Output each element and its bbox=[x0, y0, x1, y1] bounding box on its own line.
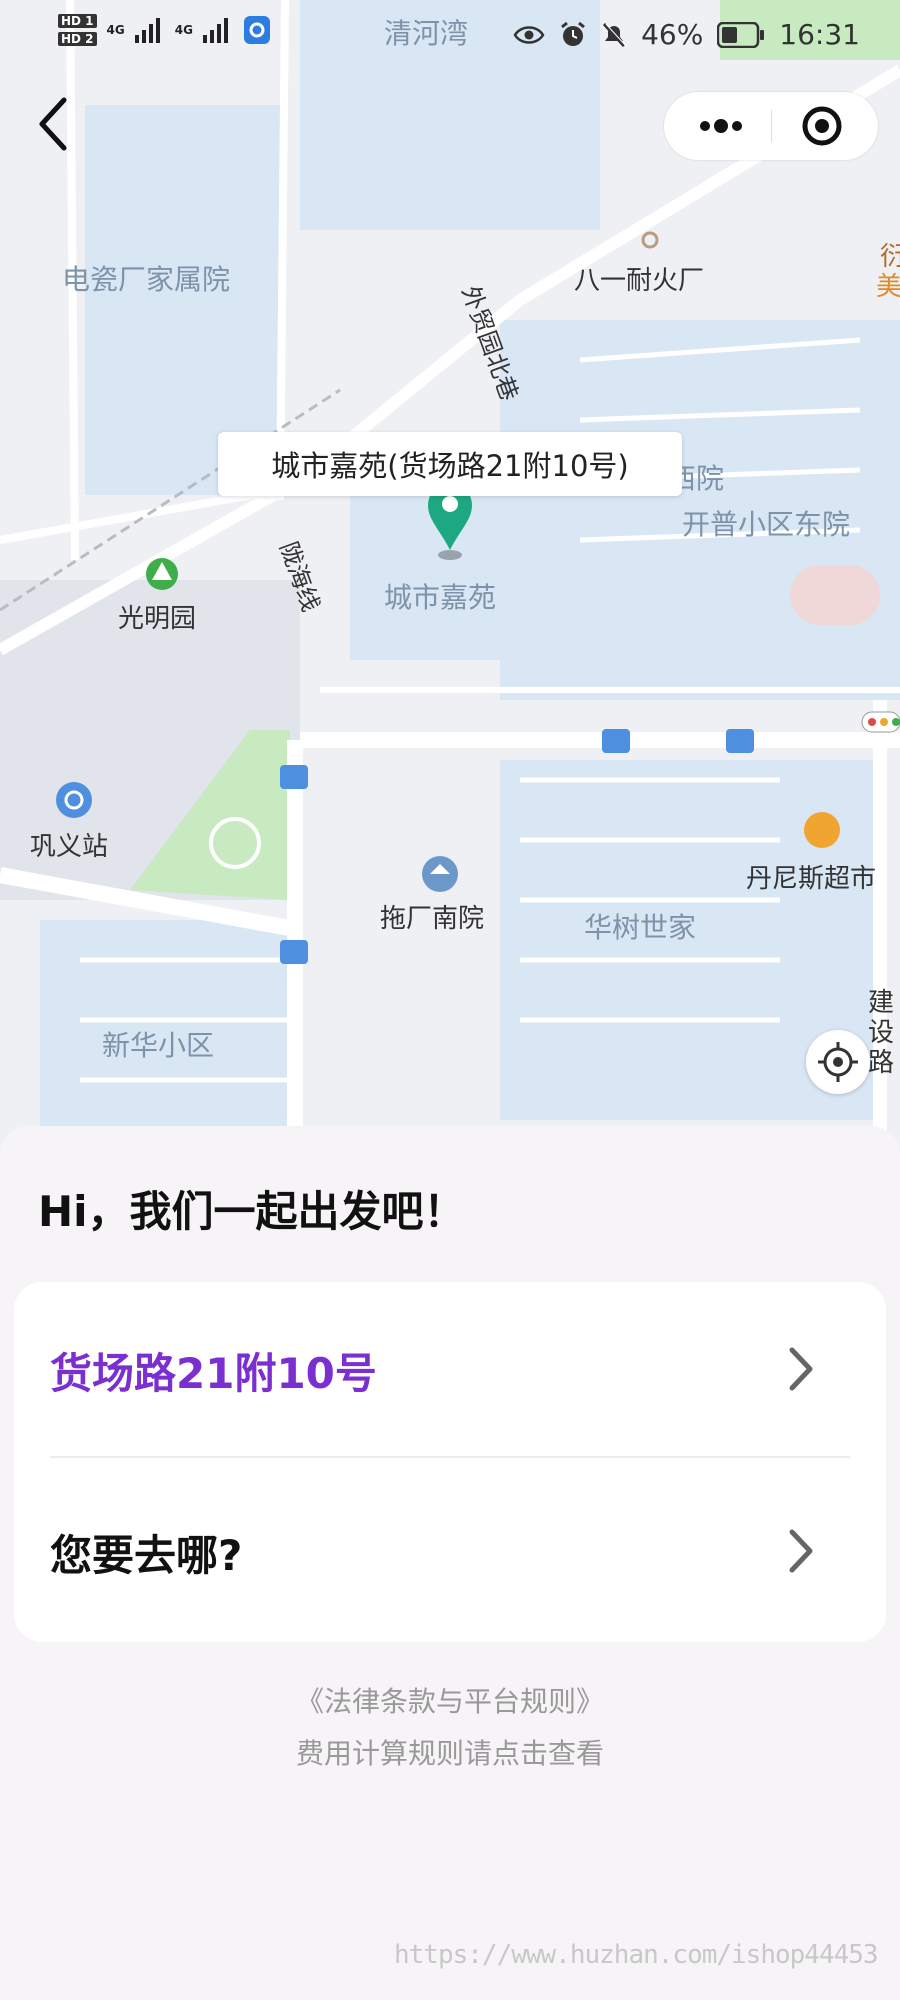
bus-stop-icon[interactable] bbox=[602, 729, 630, 753]
map-label: 光明园 bbox=[118, 604, 197, 634]
factory-poi-icon[interactable] bbox=[641, 231, 659, 249]
chevron-right-icon bbox=[789, 1347, 813, 1391]
locate-me-button[interactable] bbox=[806, 1030, 870, 1094]
map-label: 城市嘉苑 bbox=[384, 581, 497, 614]
greeting-title: Hi，我们一起出发吧！ bbox=[38, 1187, 466, 1236]
marker-shadow bbox=[438, 550, 462, 560]
back-arrow-icon[interactable] bbox=[34, 96, 74, 152]
network-type: 4G bbox=[106, 23, 125, 37]
marker-dot bbox=[442, 496, 458, 512]
destination-row[interactable]: 您要去哪? bbox=[14, 1464, 886, 1642]
mini-program-capsule bbox=[664, 92, 878, 160]
capsule-divider bbox=[771, 110, 772, 142]
crosshair-icon bbox=[818, 1042, 858, 1082]
mute-bell-icon bbox=[602, 22, 627, 47]
map-view[interactable]: 清河湾 电瓷厂家属院 八一耐火厂 外贸园北巷 开普小区东院 西院 城市嘉苑 陇海… bbox=[0, 0, 900, 1160]
battery-icon bbox=[717, 21, 765, 48]
signal-icon bbox=[134, 18, 160, 43]
hd-indicator: HD 2 bbox=[58, 32, 97, 46]
battery-percent: 46% bbox=[641, 18, 704, 51]
signal-icon bbox=[202, 18, 228, 43]
bus-stop-icon[interactable] bbox=[726, 729, 754, 753]
map-label: 丹尼斯超市 bbox=[746, 864, 877, 894]
network-type: 4G bbox=[174, 23, 193, 37]
map-label: 拖厂南院 bbox=[380, 904, 485, 934]
fee-rules-link[interactable]: 费用计算规则请点击查看 bbox=[0, 1732, 900, 1772]
map-label: 新华小区 bbox=[102, 1029, 215, 1062]
bus-stop-icon[interactable] bbox=[280, 940, 308, 964]
location-callout[interactable]: 城市嘉苑(货场路21附10号) bbox=[218, 432, 682, 496]
station-poi-icon[interactable] bbox=[56, 782, 92, 818]
chevron-right-icon bbox=[789, 1529, 813, 1573]
status-bar: HD 1 HD 2 4G 4G 46% 16:31 bbox=[0, 0, 900, 70]
origin-address: 货场路21附10号 bbox=[50, 1349, 377, 1398]
destination-prompt: 您要去哪? bbox=[50, 1531, 243, 1580]
map-label: 华树世家 bbox=[584, 911, 697, 944]
shop-poi-icon[interactable] bbox=[804, 812, 840, 848]
map-label: 八一耐火厂 bbox=[574, 266, 705, 296]
map-label: 开普小区东院 bbox=[682, 508, 851, 541]
traffic-light-yellow bbox=[880, 718, 888, 726]
map-label: 建设路 bbox=[868, 988, 895, 1078]
watermark: https://www.huzhan.com/ishop44453 bbox=[394, 1940, 879, 1970]
map-label: 巩义站 bbox=[30, 832, 109, 862]
row-divider bbox=[50, 1456, 850, 1458]
stadium bbox=[790, 565, 880, 625]
map-label: 美 bbox=[876, 272, 900, 302]
more-options-icon[interactable] bbox=[691, 109, 751, 143]
legal-terms-link[interactable]: 《法律条款与平台规则》 bbox=[0, 1680, 900, 1720]
hd-indicator: HD 1 bbox=[58, 14, 97, 28]
eye-icon bbox=[513, 25, 545, 44]
close-mini-program-icon[interactable] bbox=[792, 106, 852, 146]
bus-stop-icon[interactable] bbox=[280, 765, 308, 789]
clock: 16:31 bbox=[779, 18, 860, 51]
traffic-light-green bbox=[892, 718, 900, 726]
traffic-light-red bbox=[868, 718, 876, 726]
app-notification-icon bbox=[243, 16, 270, 44]
route-card: 货场路21附10号 您要去哪? bbox=[14, 1282, 886, 1642]
map-label: 电瓷厂家属院 bbox=[62, 263, 231, 296]
origin-row[interactable]: 货场路21附10号 bbox=[14, 1282, 886, 1460]
alarm-icon bbox=[561, 21, 585, 46]
